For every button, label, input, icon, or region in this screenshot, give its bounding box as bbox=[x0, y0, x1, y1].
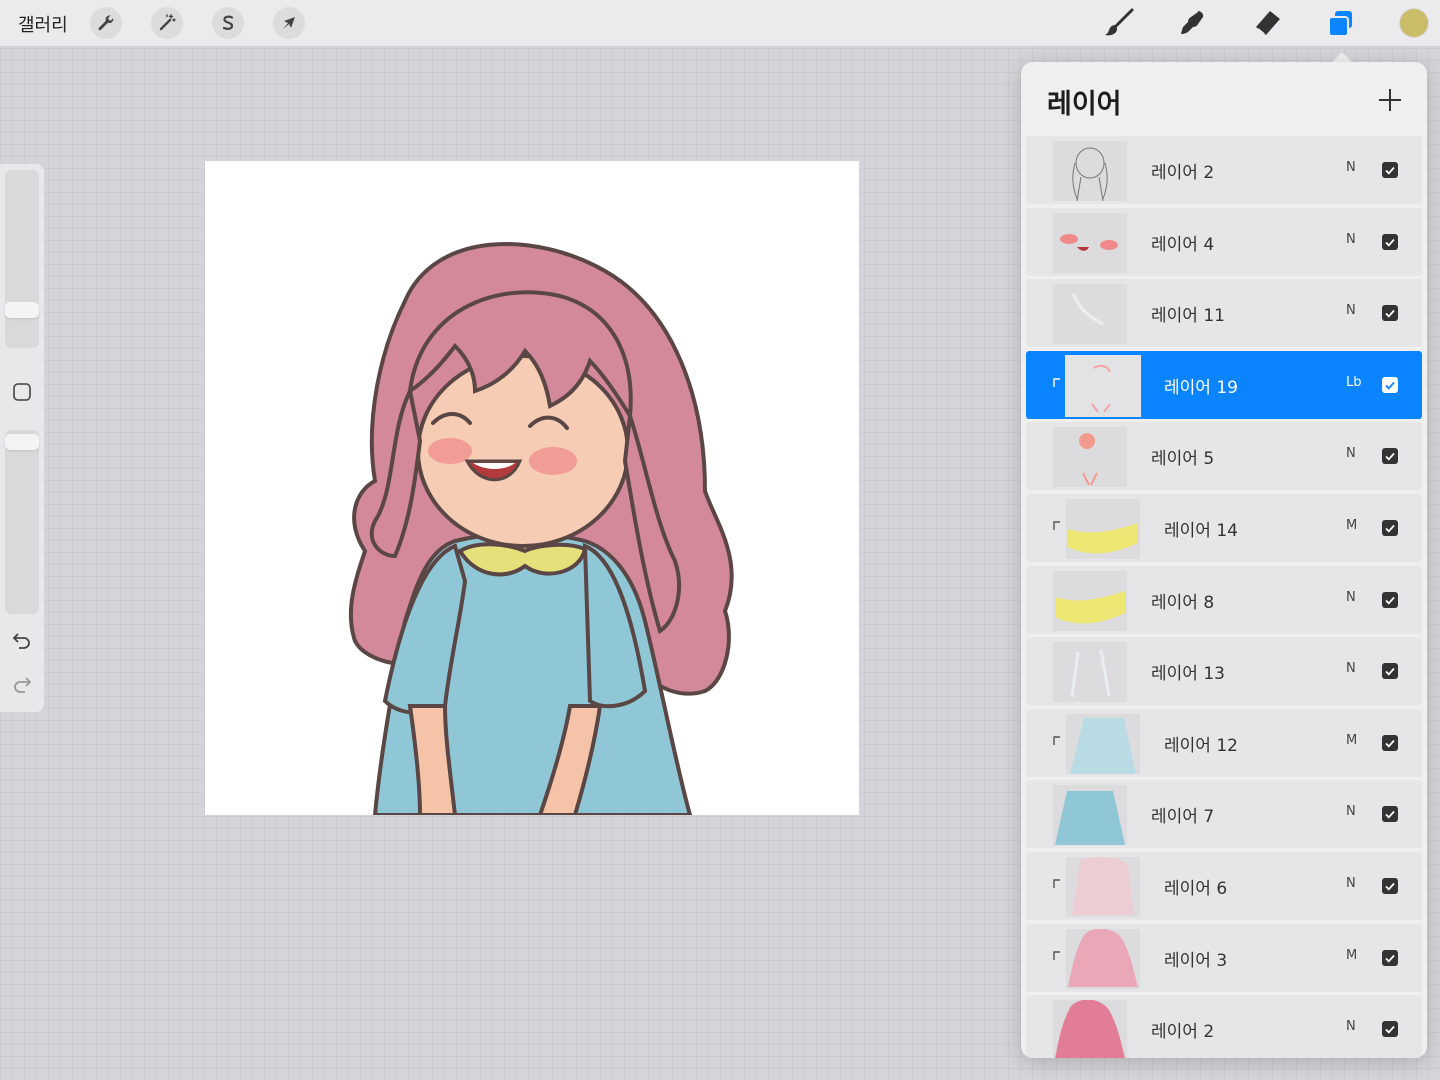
clipping-mask-icon bbox=[1053, 521, 1060, 530]
blend-mode-button[interactable]: N bbox=[1346, 590, 1356, 605]
clipping-mask-icon bbox=[1053, 879, 1060, 888]
blend-mode-button[interactable]: N bbox=[1346, 1019, 1356, 1034]
layer-row[interactable]: 레이어 6 N bbox=[1026, 852, 1422, 920]
visibility-checkbox[interactable] bbox=[1382, 234, 1398, 250]
left-sidebar bbox=[0, 164, 44, 712]
layer-thumbnail[interactable] bbox=[1065, 928, 1141, 990]
visibility-checkbox[interactable] bbox=[1382, 162, 1398, 178]
layer-name: 레이어 4 bbox=[1151, 235, 1215, 255]
modify-square-icon[interactable] bbox=[12, 382, 32, 402]
layers-panel-title: 레이어 bbox=[1047, 89, 1122, 120]
layer-thumbnail[interactable] bbox=[1052, 641, 1128, 703]
blend-mode-button[interactable]: M bbox=[1346, 948, 1357, 963]
blend-mode-button[interactable]: N bbox=[1346, 804, 1356, 819]
opacity-knob[interactable] bbox=[5, 434, 39, 450]
blend-mode-button[interactable]: N bbox=[1346, 160, 1356, 175]
opacity-slider[interactable] bbox=[5, 430, 39, 614]
layer-row[interactable]: 레이어 14 M bbox=[1026, 494, 1422, 562]
layer-name: 레이어 13 bbox=[1151, 664, 1225, 684]
layer-name: 레이어 3 bbox=[1164, 951, 1228, 971]
visibility-checkbox[interactable] bbox=[1382, 592, 1398, 608]
layer-thumbnail[interactable] bbox=[1065, 713, 1141, 775]
visibility-checkbox[interactable] bbox=[1382, 878, 1398, 894]
layer-name: 레이어 8 bbox=[1151, 593, 1215, 613]
layers-icon[interactable] bbox=[1324, 6, 1358, 40]
layer-name: 레이어 6 bbox=[1164, 879, 1228, 899]
layer-row[interactable]: 레이어 2 N bbox=[1026, 995, 1422, 1058]
visibility-checkbox[interactable] bbox=[1382, 520, 1398, 536]
eraser-icon[interactable] bbox=[1250, 6, 1284, 40]
blend-mode-button[interactable]: N bbox=[1346, 303, 1356, 318]
color-swatch[interactable] bbox=[1400, 9, 1428, 37]
redo-icon[interactable] bbox=[10, 672, 34, 696]
layer-row[interactable]: 레이어 11 N bbox=[1026, 279, 1422, 347]
selection-s-icon[interactable] bbox=[212, 7, 244, 39]
brush-size-knob[interactable] bbox=[5, 302, 39, 318]
layer-thumbnail[interactable] bbox=[1065, 498, 1141, 560]
top-toolbar: 갤러리 bbox=[0, 0, 1440, 47]
layer-thumbnail[interactable] bbox=[1065, 856, 1141, 918]
layer-name: 레이어 11 bbox=[1151, 306, 1225, 326]
layer-row[interactable]: 레이어 5 N bbox=[1026, 422, 1422, 490]
drawing-canvas[interactable] bbox=[205, 161, 859, 815]
layer-name: 레이어 2 bbox=[1151, 1022, 1215, 1042]
layer-name: 레이어 7 bbox=[1151, 807, 1215, 827]
layer-row[interactable]: 레이어 19 Lb bbox=[1026, 351, 1422, 419]
artwork-girl-illustration bbox=[348, 242, 734, 815]
visibility-checkbox[interactable] bbox=[1382, 448, 1398, 464]
visibility-checkbox[interactable] bbox=[1382, 735, 1398, 751]
layer-row[interactable]: 레이어 12 M bbox=[1026, 709, 1422, 777]
layer-thumbnail[interactable] bbox=[1052, 999, 1128, 1058]
layer-thumbnail[interactable] bbox=[1052, 784, 1128, 846]
arrow-cursor-icon[interactable] bbox=[273, 7, 305, 39]
clipping-mask-icon bbox=[1053, 951, 1060, 960]
layer-thumbnail[interactable] bbox=[1052, 140, 1128, 202]
layer-name: 레이어 5 bbox=[1151, 449, 1215, 469]
gallery-button[interactable]: 갤러리 bbox=[18, 11, 68, 37]
blend-mode-button[interactable]: N bbox=[1346, 232, 1356, 247]
clipping-mask-icon bbox=[1053, 378, 1060, 387]
visibility-checkbox[interactable] bbox=[1382, 377, 1398, 393]
blend-mode-button[interactable]: M bbox=[1346, 733, 1357, 748]
visibility-checkbox[interactable] bbox=[1382, 663, 1398, 679]
layer-row[interactable]: 레이어 2 N bbox=[1026, 136, 1422, 204]
layer-row[interactable]: 레이어 3 M bbox=[1026, 924, 1422, 992]
magic-wand-icon[interactable] bbox=[151, 7, 183, 39]
smudge-icon[interactable] bbox=[1176, 6, 1210, 40]
brush-size-slider[interactable] bbox=[5, 170, 39, 348]
layer-thumbnail[interactable] bbox=[1052, 283, 1128, 345]
layer-name: 레이어 19 bbox=[1164, 378, 1238, 398]
clipping-mask-icon bbox=[1053, 736, 1060, 745]
layer-row[interactable]: 레이어 7 N bbox=[1026, 780, 1422, 848]
layer-name: 레이어 2 bbox=[1151, 163, 1215, 183]
visibility-checkbox[interactable] bbox=[1382, 1021, 1398, 1037]
layer-row[interactable]: 레이어 13 N bbox=[1026, 637, 1422, 705]
visibility-checkbox[interactable] bbox=[1382, 305, 1398, 321]
wrench-icon[interactable] bbox=[90, 7, 122, 39]
undo-icon[interactable] bbox=[10, 628, 34, 652]
visibility-checkbox[interactable] bbox=[1382, 950, 1398, 966]
layers-panel: 레이어 레이어 2 N 레이어 4 N 레이어 11 N 레이어 19 Lb 레이어 5 N 레이어… bbox=[1021, 62, 1427, 1058]
layer-row[interactable]: 레이어 4 N bbox=[1026, 208, 1422, 276]
blend-mode-button[interactable]: N bbox=[1346, 446, 1356, 461]
layer-thumbnail[interactable] bbox=[1052, 570, 1128, 632]
blend-mode-button[interactable]: M bbox=[1346, 518, 1357, 533]
blend-mode-button[interactable]: N bbox=[1346, 876, 1356, 891]
layer-thumbnail[interactable] bbox=[1065, 355, 1141, 417]
layer-name: 레이어 14 bbox=[1164, 521, 1238, 541]
visibility-checkbox[interactable] bbox=[1382, 806, 1398, 822]
add-layer-plus-icon[interactable] bbox=[1376, 86, 1404, 114]
layer-thumbnail[interactable] bbox=[1052, 426, 1128, 488]
layer-row[interactable]: 레이어 8 N bbox=[1026, 566, 1422, 634]
brush-icon[interactable] bbox=[1102, 6, 1136, 40]
blend-mode-button[interactable]: N bbox=[1346, 661, 1356, 676]
blend-mode-button[interactable]: Lb bbox=[1346, 375, 1362, 390]
layer-name: 레이어 12 bbox=[1164, 736, 1238, 756]
layer-thumbnail[interactable] bbox=[1052, 212, 1128, 274]
